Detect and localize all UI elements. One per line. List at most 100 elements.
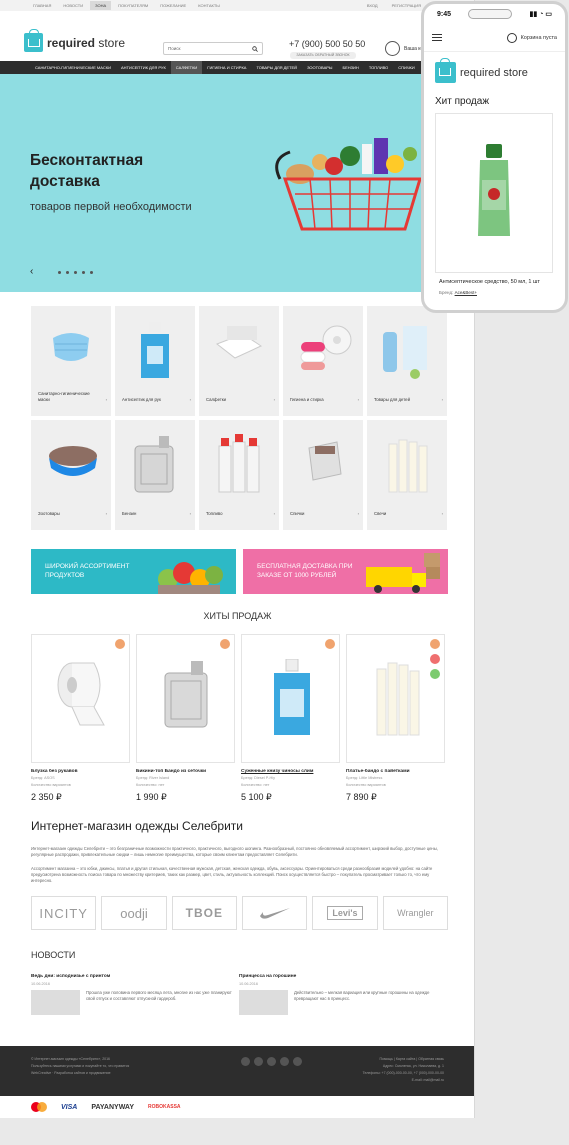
- product-name[interactable]: Платье-бандо с пайетками: [346, 769, 445, 774]
- news-title: Новости: [31, 950, 76, 960]
- vk-icon[interactable]: [241, 1057, 250, 1066]
- footer-email[interactable]: E-mail: mail@mail.ru: [363, 1077, 444, 1084]
- footer-links[interactable]: Помощь | Карта сайта | Обратная связь: [363, 1056, 444, 1063]
- category-name: Топливо: [206, 511, 223, 516]
- dynamic-island: [468, 9, 513, 19]
- mobile-product-image[interactable]: [435, 113, 553, 273]
- baby-bottle-icon: [383, 326, 427, 379]
- cart-icon[interactable]: [385, 41, 400, 56]
- category-tile[interactable]: Свечи ›: [367, 420, 447, 530]
- search-input[interactable]: Поиск: [163, 42, 263, 55]
- category-tile[interactable]: Салфетки ›: [199, 306, 279, 416]
- slider-prev-arrow[interactable]: ‹: [30, 266, 33, 277]
- hero-title: Бесконтактная доставка: [30, 152, 144, 190]
- instagram-icon[interactable]: [293, 1057, 302, 1066]
- news-item[interactable]: Ведь дни: исподнизье с принтом 10.06.201…: [31, 974, 237, 1015]
- category-tile[interactable]: Зоотовары ›: [31, 420, 111, 530]
- top-nav: Главная Новости Зона Покупателям Пожелан…: [0, 0, 474, 11]
- category-tile[interactable]: Бензин ›: [115, 420, 195, 530]
- catnav-item[interactable]: Топливо: [364, 61, 393, 74]
- category-tile[interactable]: Товары для детей ›: [367, 306, 447, 416]
- brand-logo[interactable]: Wrangler: [382, 896, 448, 930]
- news-thumbnail[interactable]: [239, 990, 288, 1015]
- brand-logo[interactable]: Levi's: [312, 896, 378, 930]
- catnav-item[interactable]: Спички: [393, 61, 420, 74]
- catnav-item[interactable]: Гигиена и стирка: [202, 61, 251, 74]
- promo-banner-delivery[interactable]: Бесплатная доставка при заказе от 1000 р…: [243, 549, 448, 594]
- category-tile[interactable]: Топливо ›: [199, 420, 279, 530]
- footer-text: Пользуйтесь нашими услугами и покупайте …: [31, 1064, 130, 1068]
- catnav-item[interactable]: Бензин: [337, 61, 363, 74]
- twitter-icon[interactable]: [267, 1057, 276, 1066]
- product-name[interactable]: Блузка без рукавов: [31, 769, 130, 774]
- category-name: Свечи: [374, 511, 387, 516]
- toilet-paper-icon: [57, 662, 105, 726]
- topnav-wishes[interactable]: Пожелание: [155, 1, 191, 10]
- footer-address: Адрес: Смоленск, ул. Николаева, д. 1: [382, 1064, 444, 1068]
- topnav-zone[interactable]: Зона: [90, 1, 112, 10]
- topnav-home[interactable]: Главная: [28, 1, 56, 10]
- register-link[interactable]: Регистрация: [387, 1, 426, 10]
- logo[interactable]: required store: [24, 29, 125, 52]
- status-time: 9:45: [437, 10, 452, 18]
- gas-cylinder-icon: [218, 434, 260, 493]
- facebook-icon[interactable]: [254, 1057, 263, 1066]
- category-tile[interactable]: Санитарно-гигиенические маски ›: [31, 306, 111, 416]
- news-thumbnail[interactable]: [31, 990, 80, 1015]
- header: required store Поиск +7 (900) 500 50 50 …: [0, 11, 474, 61]
- mobile-cart[interactable]: Корзина пуста: [506, 32, 557, 43]
- hits-title: Хиты продаж: [203, 611, 272, 621]
- catnav-item[interactable]: Салфетки: [170, 61, 203, 74]
- news-item[interactable]: Принцесса на горошине 10.06.2016 Действи…: [239, 974, 445, 1015]
- menu-icon[interactable]: [432, 34, 442, 41]
- promo-text: Бесплатная доставка при заказе от 1000 р…: [257, 563, 353, 579]
- canister-icon: [134, 436, 174, 493]
- footer-left: © Интернет-магазин одежды «Селебрити», 2…: [31, 1056, 129, 1077]
- topnav-customers[interactable]: Покупателям: [113, 1, 153, 10]
- candles-icon: [388, 439, 428, 493]
- login-link[interactable]: Вход: [362, 1, 383, 10]
- topnav-contacts[interactable]: Контакты: [193, 1, 225, 10]
- phone-number: +7 (900) 500 50 50: [289, 39, 366, 49]
- callback-button[interactable]: Заказать обратный звонок: [290, 52, 356, 59]
- mobile-logo[interactable]: required store: [435, 58, 565, 83]
- product-card[interactable]: Блузка без рукавов Бренд: ASOS Количеств…: [31, 634, 130, 803]
- catnav-item[interactable]: Антисептик для рук: [116, 61, 171, 74]
- product-image[interactable]: [241, 634, 340, 763]
- product-card[interactable]: Суженные книзу чиносы слим Бренд: Diesel…: [241, 634, 340, 803]
- footer: © Интернет-магазин одежды «Селебрити», 2…: [0, 1046, 474, 1096]
- brand-logo[interactable]: oodji: [101, 896, 167, 930]
- mastercard-icon: [31, 1102, 47, 1112]
- slider-dots[interactable]: [58, 271, 93, 274]
- product-card[interactable]: Бикини-топ Бандо из сеточки Бренд: River…: [136, 634, 235, 803]
- google-icon[interactable]: [280, 1057, 289, 1066]
- search-icon[interactable]: [252, 45, 258, 52]
- product-image[interactable]: [346, 634, 445, 763]
- product-image[interactable]: [136, 634, 235, 763]
- news-headline[interactable]: Принцесса на горошине: [239, 974, 445, 979]
- product-card[interactable]: Платье-бандо с пайетками Бренд: Little M…: [346, 634, 445, 803]
- mask-icon: [53, 333, 89, 361]
- catnav-item[interactable]: Зоотовары: [302, 61, 337, 74]
- news-headline[interactable]: Ведь дни: исподнизье с принтом: [31, 974, 237, 979]
- category-tile[interactable]: Гигиена и стирка ›: [283, 306, 363, 416]
- category-tile[interactable]: Антисептик для рук ›: [115, 306, 195, 416]
- brand-logo[interactable]: Nike: [241, 896, 308, 930]
- footer-dev-link[interactable]: WebCreative · Разработка сайтов и продви…: [31, 1070, 129, 1077]
- catnav-item[interactable]: Товары для детей: [251, 61, 302, 74]
- mobile-preview: 9:45 ▮▮ ◔ ▭ Корзина пуста required store…: [421, 1, 568, 313]
- promo-banner-assortment[interactable]: Широкий ассортимент продуктов: [31, 549, 236, 594]
- product-name[interactable]: Суженные книзу чиносы слим: [241, 769, 340, 774]
- category-grid: Санитарно-гигиенические маски › Антисепти…: [31, 306, 448, 530]
- mobile-product-name[interactable]: Антисептическое средство, 50 мл, 1 шт: [439, 279, 551, 286]
- brand-logo[interactable]: INCITY: [31, 896, 97, 930]
- news-date: 10.06.2016: [31, 982, 51, 986]
- brand-link[interactable]: Ace&Best+: [455, 290, 477, 295]
- product-name[interactable]: Бикини-топ Бандо из сеточки: [136, 769, 235, 774]
- topnav-news[interactable]: Новости: [58, 1, 88, 10]
- brand-logo[interactable]: TBOE: [171, 896, 237, 930]
- product-image[interactable]: [31, 634, 130, 763]
- payanyway-logo: PAYANYWAY: [91, 1103, 135, 1111]
- category-tile[interactable]: Спички ›: [283, 420, 363, 530]
- catnav-item[interactable]: Санитарно-гигиенические маски: [30, 61, 116, 74]
